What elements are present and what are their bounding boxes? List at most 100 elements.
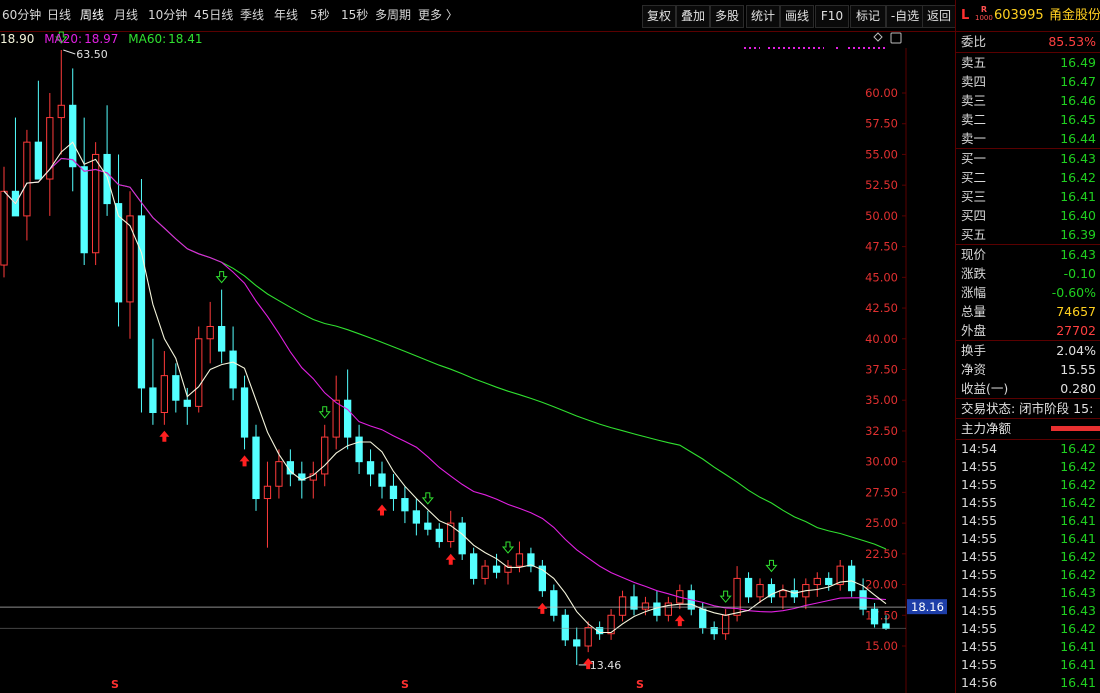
period-monthly[interactable]: 月线 [114,0,138,31]
back-button[interactable]: 返回 [922,5,956,28]
price-tick-label: 52.50 [865,178,898,192]
candle-down [80,166,88,254]
candle-down [561,614,569,641]
candle-down [401,498,409,512]
candle-up [206,325,214,340]
candle-down [882,623,890,629]
window-toggle-icon[interactable] [890,32,902,44]
period-quarterly[interactable]: 季线 [240,0,264,31]
tick-row: 14:55 16.43 [961,585,1096,600]
price-tick-label: 17.50 [865,608,898,622]
stock-code: 603995 [994,8,1044,23]
candle-down [699,608,707,629]
mark-button[interactable]: 标记 [850,5,886,28]
period-toolbar: 60分钟 日线 周线 月线 10分钟 45日线 季线 年线 5秒 15秒 多周期… [0,0,956,32]
period-15sec[interactable]: 15秒 [341,0,368,31]
tick-row: 14:54 16.42 [961,441,1096,456]
candle-down [389,485,398,500]
price-tick-label: 25.00 [865,516,898,530]
candle-down [229,350,237,389]
candle-up [618,596,627,616]
current-price-tag: 18.16 [911,600,944,614]
quote-row: 涨跌 -0.10 [961,266,1096,281]
ma5-line [3,141,887,634]
period-10min[interactable]: 10分钟 [148,0,187,31]
sell-signal-icon [318,406,331,419]
low-price-label: 13.46 [590,659,622,672]
candle-down [217,325,226,352]
buy-level-row: 买五 16.39 [961,227,1096,242]
price-tick-label: 45.00 [865,270,898,284]
candle-up [584,627,592,647]
candle-down [825,577,833,586]
tick-row: 14:55 16.42 [961,477,1096,492]
candle-up [263,485,272,500]
price-tick-label: 15.00 [865,639,898,653]
period-60min[interactable]: 60分钟 [2,0,41,31]
sell-signal-icon [719,590,732,603]
tick-row: 14:55 16.42 [961,459,1096,474]
quote-row: 外盘 27702 [961,323,1096,338]
overlay-button[interactable]: 叠加 [676,5,710,28]
price-tick-label: 47.50 [865,240,898,254]
price-tick-label: 20.00 [865,578,898,592]
statistics-button[interactable]: 统计 [746,5,780,28]
buy-level-row: 买三 16.41 [961,189,1096,204]
dividend-marker: S [636,678,644,691]
price-tick-label: 50.00 [865,209,898,223]
weibi-value: 85.53% [1048,34,1096,49]
tick-row: 14:55 16.41 [961,513,1096,528]
main-net-bar [1051,426,1100,431]
period-multi[interactable]: 多周期 [375,0,411,31]
ma20-label: MA20: [44,32,83,46]
candle-down [458,522,466,555]
sell-level-row: 卖三 16.46 [961,93,1096,108]
period-5sec[interactable]: 5秒 [310,0,330,31]
candle-down [149,387,157,414]
quote-row: 总量 74657 [961,304,1096,319]
remove-watchlist-button[interactable]: -自选 [886,5,924,28]
candle-down [492,565,501,573]
period-daily[interactable]: 日线 [47,0,71,31]
candle-down [859,590,867,610]
buy-signal-icon [674,615,685,627]
high-price-label: 63.50 [76,48,108,61]
price-tick-label: 32.50 [865,424,898,438]
kline-chart[interactable]: 60.00 57.50 55.00 52.50 50.00 47.50 45.00 42.50… [0,31,955,693]
candle-down [573,639,581,647]
candle-up [721,614,730,635]
buy-signal-icon [377,504,387,516]
price-tick-label: 37.50 [865,363,898,377]
draw-line-button[interactable]: 画线 [780,5,814,28]
candle-down [343,399,352,438]
f10-button[interactable]: F10 [815,5,849,28]
financing-tag: R 1000 [975,5,993,22]
candle-down [870,608,879,625]
stock-header: L R 1000 603995 甬金股份 [956,0,1100,31]
weibi-row: 委比 85.53% [956,32,1100,52]
candle-down [355,436,363,463]
sell-level-row: 卖五 16.49 [961,55,1096,70]
diamond-icon[interactable] [873,32,883,42]
multi-stock-button[interactable]: 多股 [710,5,744,28]
period-weekly[interactable]: 周线 [80,0,104,31]
candle-up [160,375,169,414]
quote-row: 现价 16.43 [961,247,1096,262]
candle-down [744,577,753,598]
ma60-value: 18.41 [168,32,203,46]
period-45day[interactable]: 45日线 [194,0,233,31]
period-yearly[interactable]: 年线 [274,0,298,31]
buy-level-row: 买二 16.42 [961,170,1096,185]
price-tick-label: 57.50 [865,117,898,131]
period-more[interactable]: 更多 〉 [418,0,458,31]
ma-legend: 18.90 MA20: 18.97 MA60: 18.41 [0,31,202,48]
candle-up [779,590,787,598]
main-net-row: 主力净额 [956,419,1100,439]
sell-signal-icon [501,541,515,554]
tick-row: 14:55 16.41 [961,531,1096,546]
candle-up [481,565,489,579]
ma60-label: MA60: [128,32,167,46]
fuquan-button[interactable]: 复权 [642,5,676,28]
sell-level-row: 卖二 16.45 [961,112,1096,127]
price-tick-label: 40.00 [865,332,898,346]
